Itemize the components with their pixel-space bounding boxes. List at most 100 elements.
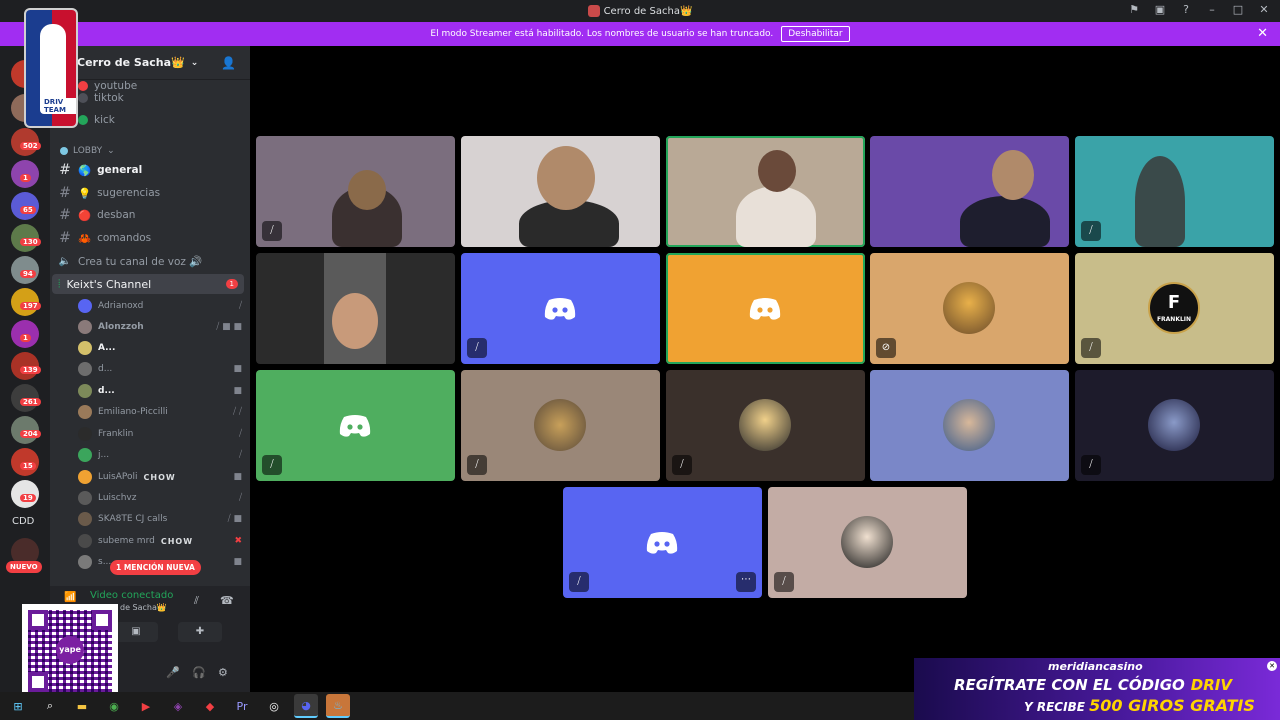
inbox-icon[interactable]: ▣ <box>1152 3 1168 16</box>
search-icon[interactable]: ⌕ <box>38 694 62 718</box>
status-dot <box>78 115 88 125</box>
noise-suppression-icon[interactable]: ⫽ <box>194 594 199 608</box>
media-icon[interactable]: ▶ <box>134 694 158 718</box>
voice-member[interactable]: SKA8TE CJ calls ⧸ ■ <box>78 510 242 528</box>
server-header[interactable]: Cerro de Sacha👑 ⌄ <box>50 46 250 80</box>
member-name: d... <box>98 386 115 396</box>
channel-desban[interactable]: # 🔴 desban <box>58 205 242 225</box>
voice-member[interactable]: Franklin ⧸ <box>78 425 242 443</box>
camera-button[interactable]: ▣ <box>114 622 158 642</box>
banner-close-icon[interactable]: ✕ <box>1257 26 1268 41</box>
voice-member[interactable]: A... <box>78 339 242 357</box>
video-tile[interactable]: ⊘ <box>870 253 1069 364</box>
member-status-icons: ⧸ <box>238 301 242 311</box>
avatar <box>78 470 92 484</box>
voice-member[interactable]: LuisAPoli CHOW ■ <box>78 468 242 486</box>
channel-sugerencias[interactable]: # 💡 sugerencias <box>58 183 242 203</box>
help-icon[interactable]: ? <box>1178 3 1194 16</box>
chrome-icon[interactable]: ◉ <box>102 694 126 718</box>
minimize-icon[interactable]: – <box>1204 3 1220 16</box>
channel-emoji: 🌎 <box>78 164 92 177</box>
channel-kick[interactable]: # kick <box>58 110 242 130</box>
obs-icon[interactable]: ◎ <box>262 694 286 718</box>
member-name: d... <box>98 364 113 374</box>
avatar <box>943 399 995 451</box>
app-icon[interactable]: ◆ <box>198 694 222 718</box>
logo-text: DRIV TEAM <box>44 98 76 114</box>
voice-member[interactable]: d... ■ <box>78 360 242 378</box>
video-tile[interactable]: ⧸ <box>1075 370 1274 481</box>
video-tile[interactable]: F FRANKLIN ⧸ <box>1075 253 1274 364</box>
settings-icon[interactable]: ⚙ <box>218 666 228 679</box>
channel-label: sugerencias <box>97 187 161 199</box>
window-title-text: Cerro de Sacha👑 <box>603 5 693 17</box>
discord-icon[interactable]: ◕ <box>294 694 318 718</box>
create-voice-channel[interactable]: 🔈 Crea tu canal de voz 🔊 <box>58 251 242 271</box>
video-tile[interactable] <box>256 253 455 364</box>
server-badge: 65 <box>20 206 36 214</box>
video-tile[interactable]: ⧸ <box>1075 136 1274 247</box>
voice-member[interactable]: j... ⧸ <box>78 446 242 464</box>
video-tile[interactable] <box>461 136 660 247</box>
video-tile[interactable] <box>870 370 1069 481</box>
video-tile[interactable]: ⧸ <box>461 253 660 364</box>
voice-status[interactable]: Video conectado <box>90 590 173 601</box>
video-tile[interactable] <box>666 136 865 247</box>
video-tile[interactable]: ⧸ ⋯ <box>563 487 762 598</box>
maximize-icon[interactable]: □ <box>1230 3 1246 16</box>
server-badge: 130 <box>20 238 41 246</box>
video-tile[interactable]: ⧸ <box>256 136 455 247</box>
category-lobby[interactable]: LOBBY ⌄ <box>60 146 115 156</box>
muted-icon: ⧸ <box>1081 455 1101 475</box>
promo-close-icon[interactable]: ✕ <box>1267 661 1277 671</box>
new-badge[interactable]: NUEVO <box>6 561 42 573</box>
avatar <box>78 555 92 569</box>
avatar <box>78 341 92 355</box>
channel-tiktok[interactable]: # tiktok <box>58 88 242 108</box>
microphone-icon[interactable]: 🎤 <box>166 666 180 679</box>
member-status-icons: ■ <box>233 557 242 567</box>
voice-member[interactable]: Adrianoxd ⧸ <box>78 297 242 315</box>
channel-emoji: 🦀 <box>78 232 92 245</box>
channel-label: tiktok <box>94 92 124 104</box>
avatar <box>78 534 92 548</box>
voice-member[interactable]: subeme mrd CHOW ✖ <box>78 532 242 550</box>
voice-member[interactable]: Alonzzoh ⧸ ■ ■ <box>78 318 242 336</box>
flag-icon[interactable]: ⚑ <box>1126 3 1142 16</box>
yape-logo: yape <box>56 636 84 664</box>
voice-member[interactable]: d... ■ <box>78 382 242 400</box>
casino-promo-banner[interactable]: meridiancasino REGÍTRATE CON EL CÓDIGO DR… <box>914 658 1280 720</box>
channel-label: general <box>97 164 143 176</box>
server-badge: 19 <box>20 494 36 502</box>
activity-button[interactable]: ✚ <box>178 622 222 642</box>
video-tile[interactable] <box>870 136 1069 247</box>
voice-member[interactable]: Emiliano-Piccilli ⧸ ⧸ <box>78 403 242 421</box>
promo-line2: Y RECIBE <box>1024 700 1085 714</box>
voice-channel-keixt[interactable]: ⦙ Keixt's Channel 1 <box>52 274 244 294</box>
close-icon[interactable]: ✕ <box>1256 3 1272 16</box>
disable-streamer-button[interactable]: Deshabilitar <box>781 26 850 42</box>
file-explorer-icon[interactable]: ▬ <box>70 694 94 718</box>
muted-icon: ⧸ <box>467 455 487 475</box>
member-name: Alonzzoh <box>98 322 144 332</box>
channel-general[interactable]: # 🌎 general <box>58 160 242 180</box>
stream-icon[interactable]: ◈ <box>166 694 190 718</box>
steam-icon[interactable]: ♨ <box>326 694 350 718</box>
new-mention-pill[interactable]: 1 MENCIÓN NUEVA <box>110 560 201 575</box>
headphones-icon[interactable]: 🎧 <box>192 666 206 679</box>
invite-icon[interactable]: 👤 <box>221 56 236 70</box>
windows-icon[interactable]: ⊞ <box>6 694 30 718</box>
video-tile[interactable] <box>666 253 865 364</box>
avatar <box>78 405 92 419</box>
channel-comandos[interactable]: # 🦀 comandos <box>58 228 242 248</box>
server-cdd[interactable]: CDD <box>12 516 34 527</box>
voice-member[interactable]: Luischvz ⧸ <box>78 489 242 507</box>
video-tile[interactable]: ⧸ <box>461 370 660 481</box>
video-tile[interactable]: ⧸ <box>256 370 455 481</box>
video-tile[interactable]: ⧸ <box>666 370 865 481</box>
premiere-icon[interactable]: Pr <box>230 694 254 718</box>
more-options-icon[interactable]: ⋯ <box>736 572 756 592</box>
video-tile[interactable]: ⧸ <box>768 487 967 598</box>
yape-qr-code: yape <box>22 604 118 698</box>
disconnect-icon[interactable]: ☎ <box>220 594 234 607</box>
